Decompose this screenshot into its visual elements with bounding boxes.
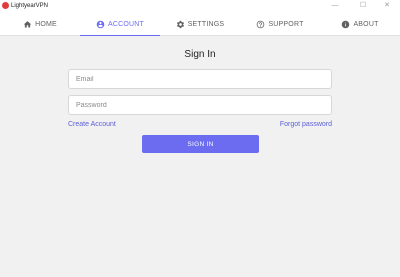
tab-about[interactable]: ABOUT bbox=[320, 12, 400, 36]
tab-settings-label: SETTINGS bbox=[187, 20, 225, 28]
tab-settings[interactable]: SETTINGS bbox=[160, 12, 240, 36]
gear-icon bbox=[176, 20, 184, 28]
email-field[interactable] bbox=[68, 69, 332, 89]
tab-account-label: ACCOUNT bbox=[107, 20, 144, 28]
create-account-link[interactable]: Create Account bbox=[68, 121, 116, 128]
title-bar: LightyearVPN — ☐ ✕ bbox=[0, 0, 400, 12]
tab-home[interactable]: HOME bbox=[0, 12, 80, 36]
minimize-button[interactable]: — bbox=[322, 0, 348, 12]
tab-support[interactable]: SUPPORT bbox=[240, 12, 320, 36]
sign-in-button[interactable]: SIGN IN bbox=[142, 135, 259, 153]
info-icon bbox=[342, 20, 350, 28]
forgot-password-link[interactable]: Forgot password bbox=[280, 121, 332, 128]
tab-support-label: SUPPORT bbox=[268, 20, 304, 28]
app-logo-icon bbox=[2, 2, 9, 9]
help-circle-icon bbox=[257, 20, 265, 28]
home-icon bbox=[23, 20, 32, 27]
password-field[interactable] bbox=[68, 95, 332, 115]
account-circle-icon bbox=[96, 20, 105, 28]
tab-account[interactable]: ACCOUNT bbox=[80, 12, 160, 36]
tab-about-label: ABOUT bbox=[353, 20, 379, 28]
window-title: LightyearVPN bbox=[11, 3, 49, 9]
page-title: Sign In bbox=[184, 49, 216, 60]
tab-home-label: HOME bbox=[35, 20, 57, 28]
maximize-button[interactable]: ☐ bbox=[350, 0, 376, 12]
nav-bar: HOME ACCOUNT SETTINGS SUPPORT ABOUT bbox=[0, 12, 400, 36]
close-button[interactable]: ✕ bbox=[374, 0, 400, 12]
